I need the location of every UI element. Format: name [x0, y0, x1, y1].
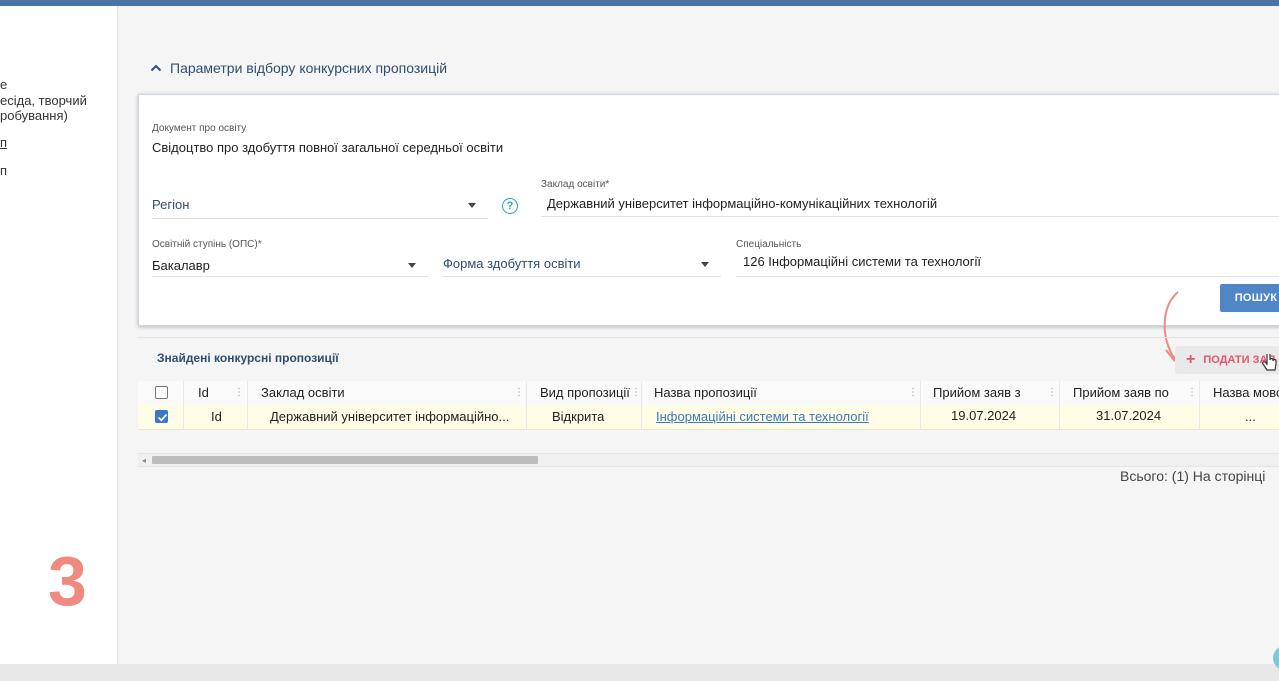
specialty-label: Спеціальність	[736, 239, 802, 250]
field-underline	[152, 218, 488, 219]
study-form-placeholder: Форма здобуття освіти	[443, 256, 581, 271]
column-header-from[interactable]: Прийом заяв з ⋮	[921, 381, 1060, 405]
cell-to: 31.07.2024	[1060, 405, 1200, 429]
top-accent-bar	[0, 0, 1279, 6]
field-underline	[152, 276, 428, 277]
chevron-down-icon	[701, 262, 709, 267]
filter-section-toggle[interactable]: Параметри відбору конкурсних пропозицій	[150, 60, 447, 76]
column-header-label: Прийом заяв з	[933, 385, 1021, 400]
column-header-label: Назва мово	[1213, 385, 1279, 400]
table-row[interactable]: Id Державний університет інформаційно...…	[138, 405, 1279, 430]
column-header-label: Прийом заяв по	[1073, 385, 1169, 400]
field-underline	[736, 276, 1279, 277]
select-all-checkbox[interactable]	[155, 386, 168, 399]
cell-id: Id	[184, 405, 248, 429]
filter-section-title: Параметри відбору конкурсних пропозицій	[170, 60, 448, 76]
column-header-type[interactable]: Вид пропозиції ⋮	[527, 381, 642, 405]
cell-institution: Державний університет інформаційно...	[248, 405, 527, 429]
divider	[138, 337, 1279, 338]
region-placeholder: Регіон	[152, 197, 190, 212]
scroll-left-icon[interactable]: ◂	[142, 456, 146, 465]
cell-type: Відкрита	[527, 405, 642, 429]
cell-name: Інформаційні системи та технології	[642, 405, 921, 429]
column-menu-icon[interactable]: ⋮	[1187, 388, 1197, 398]
help-icon[interactable]: ?	[502, 198, 518, 214]
education-document-value: Свідоцтво про здобуття повної загальної …	[152, 140, 504, 155]
field-underline	[443, 276, 721, 277]
field-underline	[541, 216, 1279, 217]
column-header-lang[interactable]: Назва мово	[1200, 381, 1279, 405]
column-header-label: Вид пропозиції	[540, 385, 630, 400]
offer-name-link[interactable]: Інформаційні системи та технології	[656, 409, 869, 424]
side-text-line: п	[0, 163, 8, 178]
column-header-label: Id	[198, 385, 209, 400]
degree-value: Бакалавр	[152, 258, 210, 273]
column-header-to[interactable]: Прийом заяв по ⋮	[1060, 381, 1200, 405]
column-menu-icon[interactable]: ⋮	[908, 388, 918, 398]
plus-icon: +	[1186, 351, 1196, 368]
hand-cursor-icon	[1262, 354, 1277, 371]
table-header-row: Id ⋮ Заклад освіти ⋮ Вид пропозиції ⋮ На…	[138, 381, 1279, 406]
institution-value: Державний університет інформаційно-комун…	[547, 196, 938, 211]
left-side-panel: е есіда, творчий робування) п п 3	[0, 6, 118, 664]
column-header-name[interactable]: Назва пропозиції ⋮	[642, 381, 921, 405]
scrollbar-thumb[interactable]	[152, 456, 538, 464]
chevron-down-icon	[408, 263, 416, 268]
study-form-select[interactable]: Форма здобуття освіти	[443, 250, 721, 277]
row-checkbox[interactable]	[155, 410, 168, 423]
total-count: Всього: (1) На сторінці	[1120, 468, 1266, 484]
chevron-up-icon	[150, 64, 162, 72]
region-select[interactable]: Регіон	[152, 191, 488, 219]
results-title: Знайдені конкурсні пропозиції	[157, 351, 339, 365]
row-select-cell[interactable]	[138, 405, 184, 429]
column-header-label: Заклад освіти	[261, 385, 345, 400]
degree-select[interactable]: Освітній ступінь (ОПС)* Бакалавр	[152, 239, 428, 277]
column-menu-icon[interactable]: ⋮	[1047, 388, 1057, 398]
specialty-field[interactable]: Спеціальність 126 Інформаційні системи т…	[736, 239, 1279, 277]
degree-label: Освітній ступінь (ОПС)*	[152, 239, 262, 250]
side-text-line: е	[0, 77, 8, 92]
column-menu-icon[interactable]: ⋮	[631, 388, 641, 398]
specialty-value: 126 Інформаційні системи та технології	[743, 254, 982, 269]
chevron-down-icon	[468, 203, 476, 208]
side-text-line: есіда, творчий	[0, 93, 87, 108]
cell-from: 19.07.2024	[921, 405, 1060, 429]
step-number: 3	[48, 542, 87, 620]
column-header-id[interactable]: Id ⋮	[184, 381, 248, 405]
cell-lang: ...	[1245, 409, 1256, 424]
filter-card: Документ про освіту Свідоцтво про здобут…	[138, 94, 1279, 326]
column-header-institution[interactable]: Заклад освіти ⋮	[248, 381, 527, 405]
bottom-bar	[0, 664, 1279, 681]
checkmark-icon	[157, 413, 168, 422]
select-all-cell[interactable]	[138, 381, 184, 405]
education-document-label: Документ про освіту	[152, 123, 247, 134]
horizontal-scrollbar[interactable]: ◂	[138, 453, 1279, 467]
column-menu-icon[interactable]: ⋮	[234, 388, 244, 398]
institution-label: Заклад освіти*	[541, 179, 610, 190]
column-header-label: Назва пропозиції	[654, 385, 757, 400]
search-button[interactable]: ПОШУК	[1220, 284, 1279, 312]
education-document-field[interactable]: Документ про освіту Свідоцтво про здобут…	[152, 123, 1279, 161]
side-link[interactable]: п	[0, 135, 7, 150]
side-text-line: робування)	[0, 108, 68, 123]
column-menu-icon[interactable]: ⋮	[514, 388, 524, 398]
institution-field[interactable]: Заклад освіти* Державний університет інф…	[541, 179, 1279, 217]
